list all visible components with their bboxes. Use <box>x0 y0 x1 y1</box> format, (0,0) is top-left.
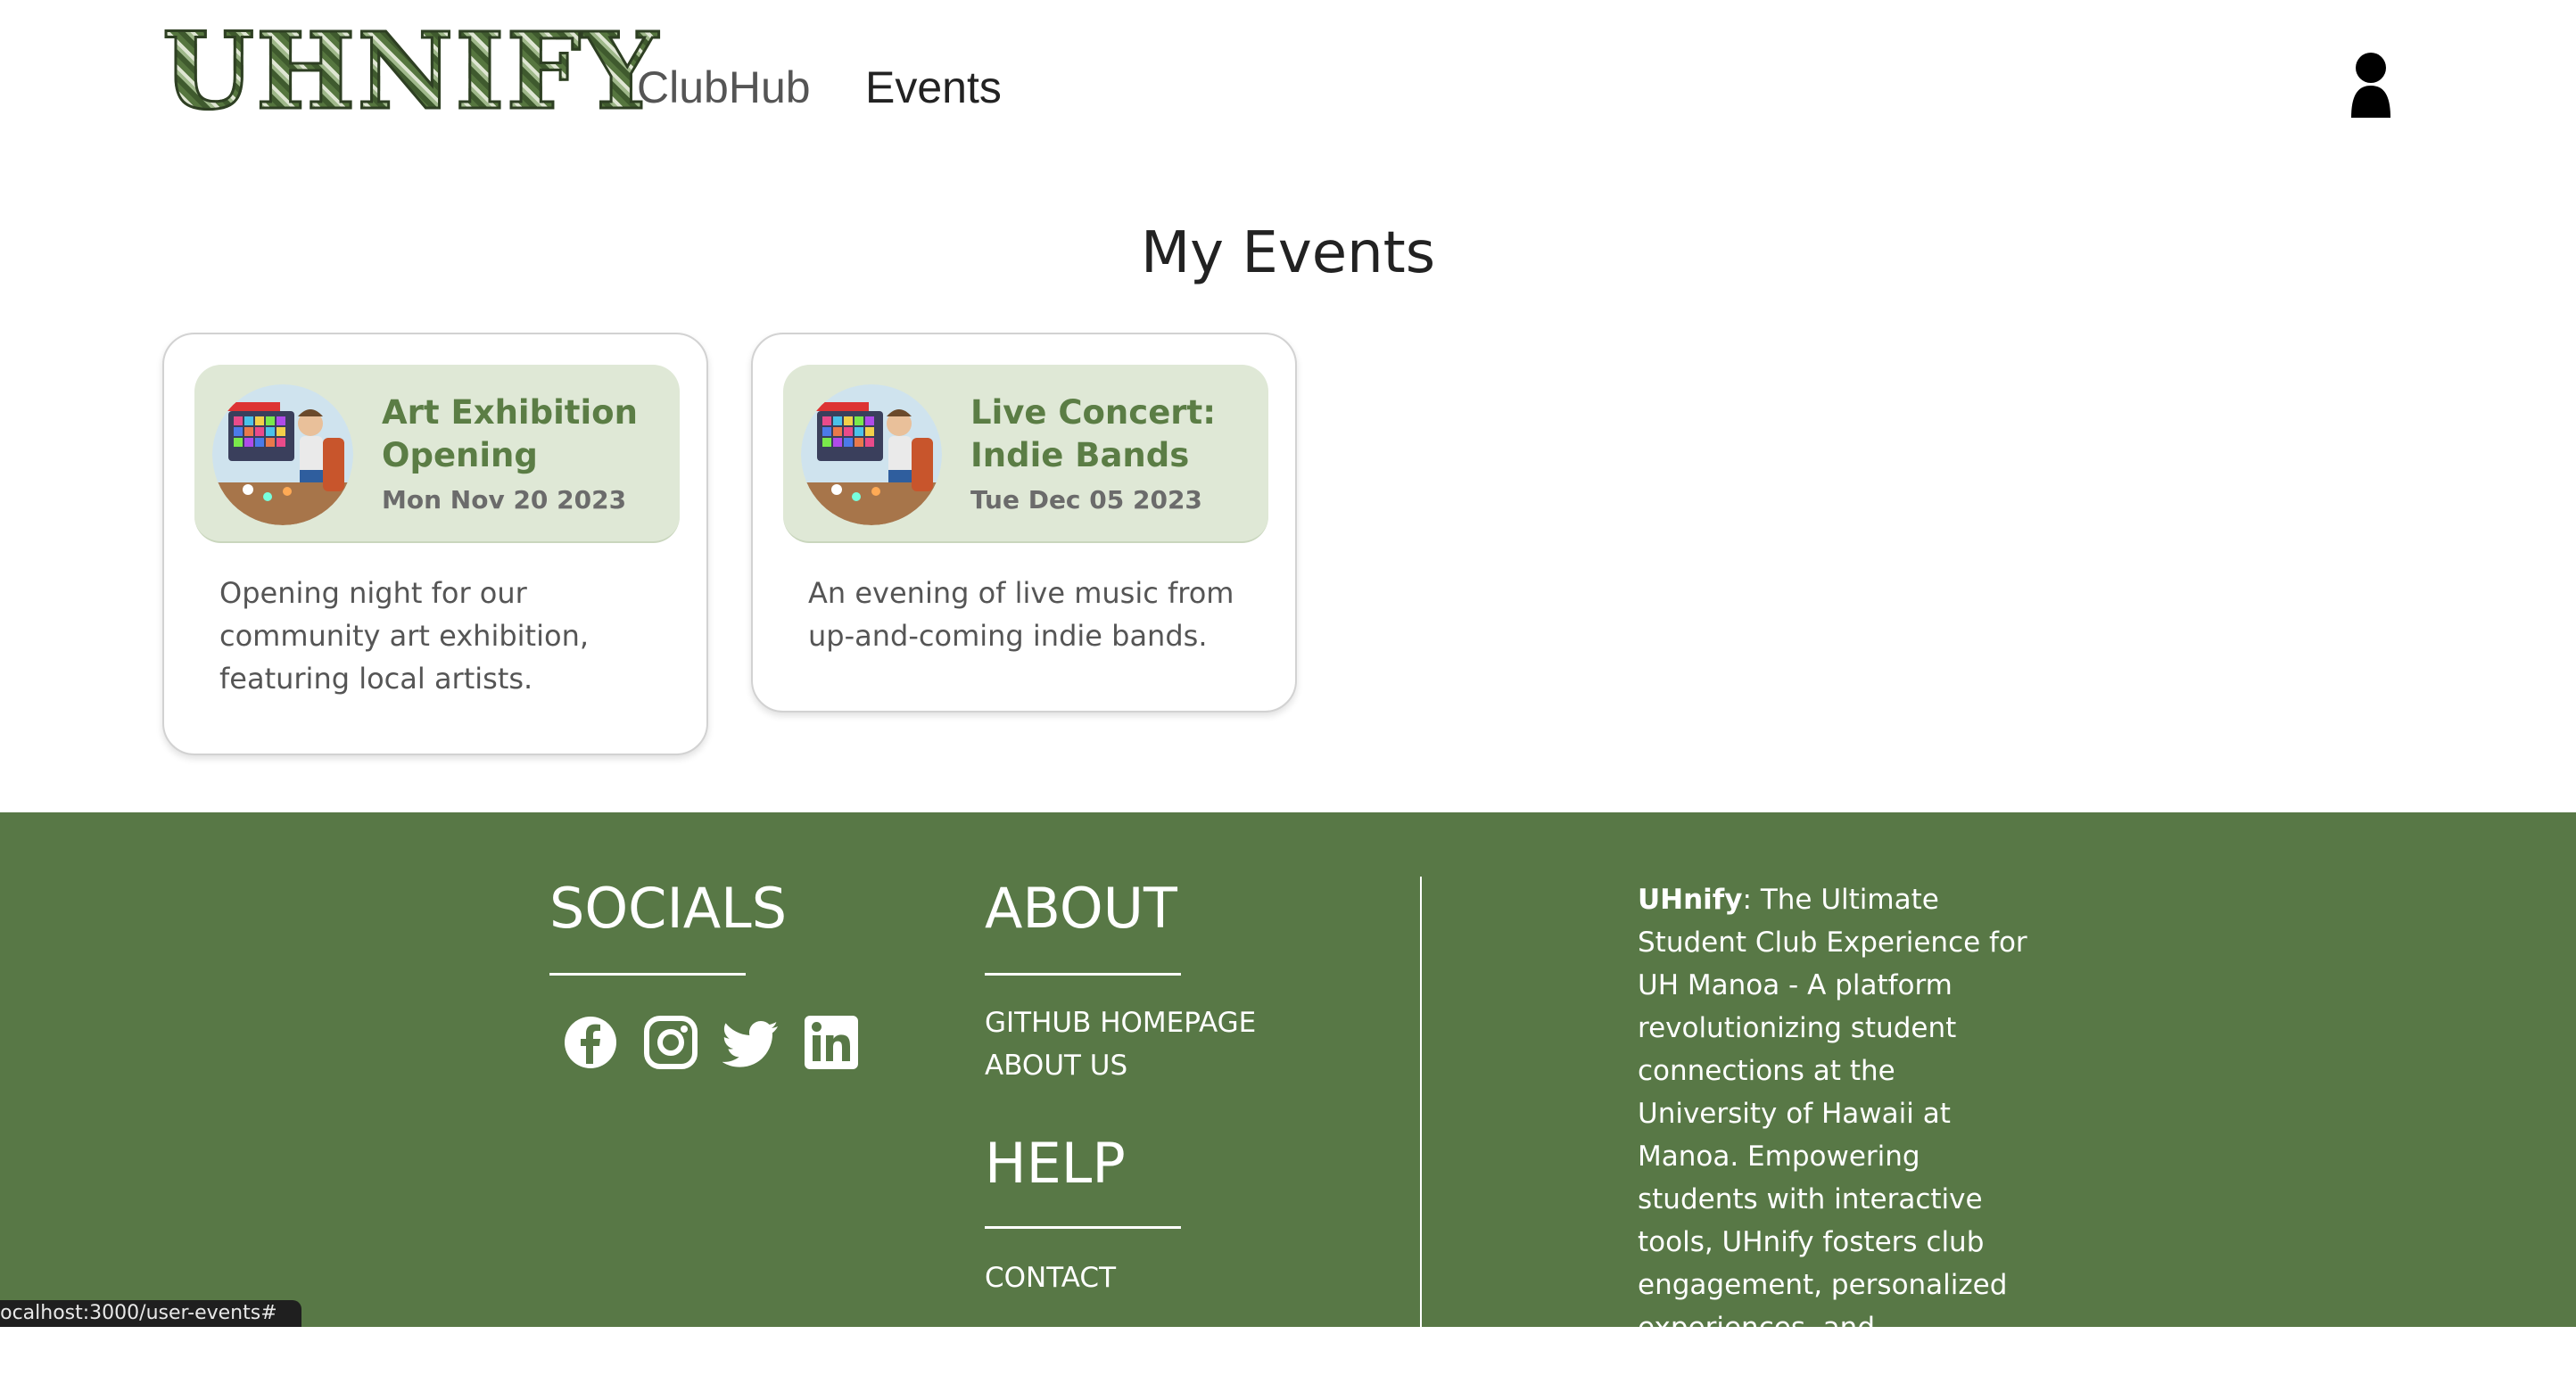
event-date: Mon Nov 20 2023 <box>382 485 627 515</box>
event-card[interactable]: Art Exhibition Opening Mon Nov 20 2023 O… <box>162 333 708 755</box>
footer-brand-name: UHnify <box>1638 884 1743 916</box>
contact-link[interactable]: CONTACT <box>985 1260 1116 1296</box>
event-description: An evening of live music from up-and-com… <box>808 576 1234 653</box>
facebook-icon[interactable] <box>562 1014 619 1071</box>
socials-heading: SOCIALS <box>549 876 788 941</box>
help-heading: HELP <box>985 1131 1126 1196</box>
help-divider <box>985 1226 1181 1229</box>
nav-link-clubhub[interactable]: ClubHub <box>637 62 811 112</box>
instagram-icon[interactable] <box>642 1014 699 1071</box>
event-card-header: Art Exhibition Opening Mon Nov 20 2023 <box>194 365 680 543</box>
github-homepage-link[interactable]: GITHUB HOMEPAGE <box>985 1005 1256 1041</box>
footer-description: : The Ultimate Student Club Experience f… <box>1638 884 2027 1387</box>
navbar: UHNIFY ClubHub Events <box>0 0 2576 169</box>
event-title: Live Concert: Indie Bands <box>970 393 1217 474</box>
event-avatar-image <box>801 384 942 525</box>
page-title: My Events <box>1140 220 1436 286</box>
linkedin-icon[interactable] <box>803 1014 860 1071</box>
browser-status-bar: localhost:3000/user-events# <box>0 1300 301 1327</box>
logo-text: UHNIFY <box>161 9 660 133</box>
about-heading: ABOUT <box>985 876 1177 941</box>
event-description: Opening night for our community art exhi… <box>219 576 590 696</box>
event-date: Tue Dec 05 2023 <box>970 485 1202 515</box>
event-card-header: Live Concert: Indie Bands Tue Dec 05 202… <box>783 365 1268 543</box>
footer-about-text: UHnify: The Ultimate Student Club Experi… <box>1638 878 2039 1392</box>
footer-vertical-divider <box>1420 877 1422 1327</box>
nav-link-events[interactable]: Events <box>865 62 1002 112</box>
event-card[interactable]: Live Concert: Indie Bands Tue Dec 05 202… <box>751 333 1297 712</box>
twitter-icon[interactable] <box>722 1014 780 1071</box>
user-icon[interactable] <box>2346 52 2396 118</box>
about-divider <box>985 973 1181 976</box>
uhnify-logo[interactable]: UHNIFY <box>161 17 658 125</box>
event-title: Art Exhibition Opening <box>382 393 638 474</box>
socials-divider <box>549 973 746 976</box>
about-us-link[interactable]: ABOUT US <box>985 1048 1127 1083</box>
event-avatar-image <box>212 384 353 525</box>
footer: SOCIALS ABOUT GITHUB HOMEPAGE ABOUT US H… <box>0 812 2576 1387</box>
